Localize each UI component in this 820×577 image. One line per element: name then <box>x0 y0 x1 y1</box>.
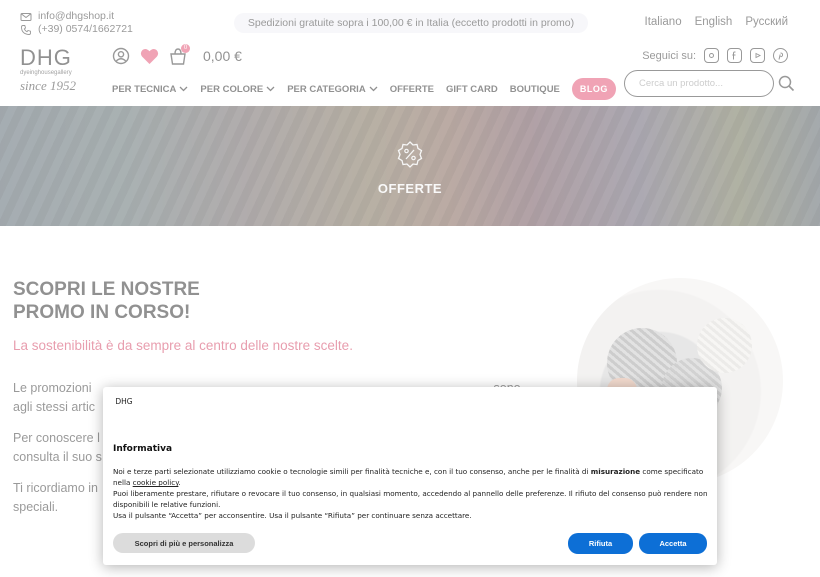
cookie-consent-dialog: DHG Informativa Noi e terze parti selezi… <box>103 387 717 565</box>
cookie-dialog-logo: DHG <box>115 397 133 406</box>
reject-button[interactable]: Rifiuta <box>568 533 633 554</box>
learn-more-customize-button[interactable]: Scopri di più e personalizza <box>113 533 255 553</box>
cookie-dialog-title: Informativa <box>113 444 173 454</box>
cookie-dialog-text: Noi e terze parti selezionate utilizziam… <box>113 467 708 520</box>
cookie-policy-link[interactable]: cookie policy <box>133 478 179 487</box>
accept-button[interactable]: Accetta <box>639 533 707 554</box>
